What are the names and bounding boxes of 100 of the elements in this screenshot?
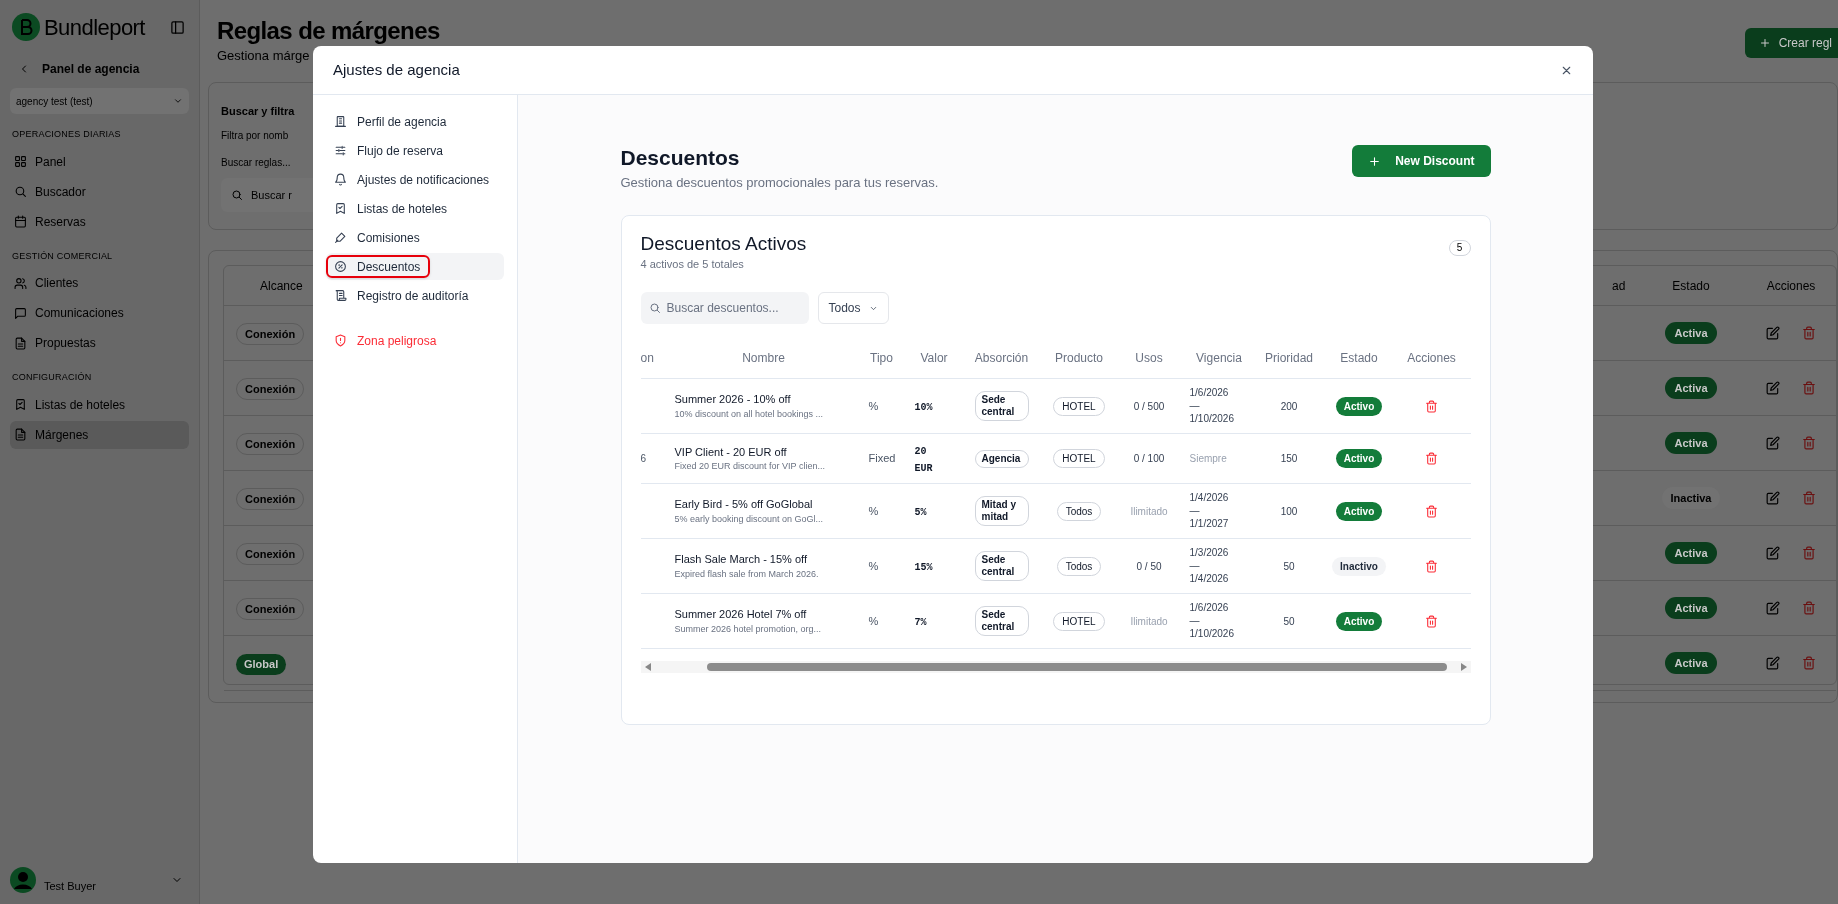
section-description: Gestiona descuentos promocionales para tus reservas. xyxy=(620,174,939,192)
bookmark-icon xyxy=(334,202,347,215)
validity-period: 1/3/2026 — 1/4/2026 xyxy=(1189,545,1229,585)
trash-icon[interactable] xyxy=(1802,601,1816,615)
nav-item[interactable]: Clientes xyxy=(10,269,189,297)
discount-name: Summer 2026 - 10% off xyxy=(674,392,791,407)
section-heading: CONFIGURACIÓN xyxy=(11,371,93,384)
filter-dropdown[interactable]: Todos xyxy=(817,292,889,324)
settings-menu-item[interactable]: Registro de auditoría xyxy=(326,282,504,309)
status-badge: Inactiva xyxy=(1661,486,1721,510)
trash-icon[interactable] xyxy=(1802,546,1816,560)
trash-icon[interactable] xyxy=(1802,436,1816,450)
new-discount-button[interactable]: New Discount xyxy=(1352,145,1491,177)
trash-icon[interactable] xyxy=(1425,559,1438,573)
edit-icon[interactable] xyxy=(1766,326,1780,340)
table-cell: Fixed xyxy=(868,452,896,465)
page-title: Reglas de márgenes xyxy=(217,16,440,46)
search-field[interactable]: Buscar descuentos... xyxy=(640,292,809,324)
column-header: Estado xyxy=(1340,351,1378,365)
validity-period: 1/6/2026 — 1/10/2026 xyxy=(1189,385,1234,425)
table-cell: 7% xyxy=(914,616,927,628)
trash-icon[interactable] xyxy=(1425,504,1438,518)
nav-item[interactable]: Buscador xyxy=(10,177,189,206)
absorption-tag: Sede central xyxy=(974,551,1029,581)
discount-description: 10% discount on all hotel bookings ... xyxy=(674,407,824,421)
edit-icon[interactable] xyxy=(1766,546,1780,560)
column-header: ad xyxy=(1612,278,1626,293)
edit-icon[interactable] xyxy=(1766,381,1780,395)
agency-select[interactable]: agency test (test) xyxy=(10,88,189,114)
column-header: Usos xyxy=(1135,351,1163,365)
create-rule-button[interactable]: Crear regl xyxy=(1744,28,1838,58)
section-heading: OPERACIONES DIARIAS xyxy=(11,128,122,141)
column-header: Producto xyxy=(1055,351,1103,365)
trash-icon[interactable] xyxy=(1802,381,1816,395)
section-heading: GESTIÓN COMERCIAL xyxy=(11,249,114,263)
bookmark-icon xyxy=(14,398,27,411)
table-cell: 50 xyxy=(1283,560,1295,572)
column-header: Acciones xyxy=(1407,351,1456,365)
discount-description: Expired flash sale from March 2026. xyxy=(674,567,819,581)
plus-icon xyxy=(1758,37,1771,49)
brand-name: Bundleport xyxy=(44,13,145,42)
table-cell: 100 xyxy=(1280,505,1298,517)
back-link[interactable]: Panel de agencia xyxy=(10,60,148,78)
settings-menu-item[interactable]: Flujo de reserva xyxy=(326,137,504,164)
nav-item[interactable]: Comunicaciones xyxy=(10,299,189,327)
table-cell: 200 xyxy=(1280,400,1298,412)
percent-badge-icon xyxy=(334,260,347,273)
horizontal-scrollbar[interactable] xyxy=(640,661,1471,673)
status-badge: Activo xyxy=(1335,396,1383,416)
search-icon xyxy=(14,185,27,198)
settings-menu-item[interactable]: Zona peligrosa xyxy=(326,327,504,354)
discount-description: Summer 2026 hotel promotion, org... xyxy=(674,622,822,636)
scroll-icon xyxy=(334,289,347,302)
grid-icon xyxy=(14,155,27,168)
status-badge: Activo xyxy=(1335,501,1383,521)
settings-menu-item[interactable]: Listas de hoteles xyxy=(326,195,504,222)
dialog-title: Ajustes de agencia xyxy=(333,59,460,80)
chat-icon xyxy=(14,306,27,320)
discount-name: VIP Client - 20 EUR off xyxy=(674,444,787,460)
settings-menu-item[interactable]: Ajustes de notificaciones xyxy=(326,166,504,193)
column-header: Absorción xyxy=(974,351,1029,365)
nav-item[interactable]: Panel xyxy=(10,147,189,176)
status-badge: Inactivo xyxy=(1332,556,1386,576)
status-badge: Activa xyxy=(1665,321,1717,345)
column-header: Vigencia xyxy=(1196,351,1242,365)
table-cell: 20 EUR xyxy=(914,445,933,474)
nav-item[interactable]: Listas de hoteles xyxy=(10,390,189,419)
nav-item[interactable]: Márgenes xyxy=(10,420,189,449)
trash-icon[interactable] xyxy=(1802,656,1816,670)
settings-menu-item[interactable]: Comisiones xyxy=(326,224,504,251)
table-cell: 6 xyxy=(640,453,647,465)
trash-icon[interactable] xyxy=(1425,614,1438,628)
trash-icon[interactable] xyxy=(1802,491,1816,505)
usage-count: Ilimitado xyxy=(1130,615,1168,627)
status-badge: Activo xyxy=(1335,611,1383,631)
nav-item[interactable]: Propuestas xyxy=(10,329,189,357)
sliders-icon xyxy=(334,144,347,157)
edit-icon[interactable] xyxy=(1766,491,1780,505)
settings-menu-item[interactable]: Perfil de agencia xyxy=(326,108,504,135)
edit-icon[interactable] xyxy=(1766,436,1780,450)
table-cell: % xyxy=(868,614,879,627)
trash-icon[interactable] xyxy=(1802,326,1816,340)
card-summary: 4 activos de 5 totales xyxy=(640,256,744,272)
table-cell: 5% xyxy=(914,506,927,518)
table-cell: % xyxy=(868,504,879,517)
avatar-icon xyxy=(10,866,36,893)
search-icon xyxy=(648,302,661,314)
sidebar-toggle-icon[interactable] xyxy=(170,19,185,35)
pen-icon xyxy=(334,231,347,244)
status-badge: Activa xyxy=(1665,541,1717,565)
validity-period: 1/4/2026 — 1/1/2027 xyxy=(1189,490,1229,530)
column-header: Tipo xyxy=(870,351,893,365)
edit-icon[interactable] xyxy=(1766,601,1780,615)
trash-icon[interactable] xyxy=(1425,452,1438,465)
edit-icon[interactable] xyxy=(1766,656,1780,670)
discount-name: Summer 2026 Hotel 7% off xyxy=(674,607,807,622)
trash-icon[interactable] xyxy=(1425,399,1438,413)
nav-item[interactable]: Reservas xyxy=(10,207,189,236)
settings-menu-item[interactable]: Descuentos xyxy=(326,253,504,280)
calendar-icon xyxy=(14,215,27,228)
